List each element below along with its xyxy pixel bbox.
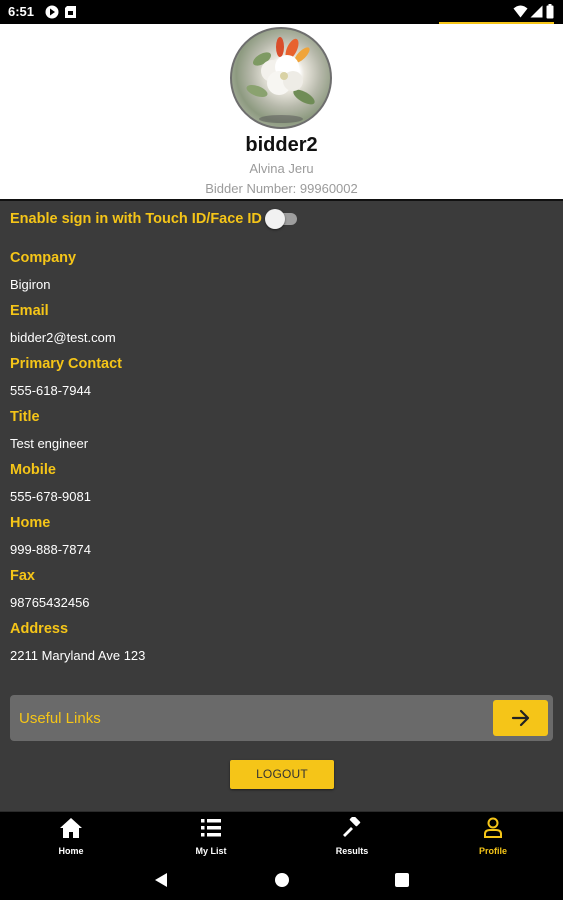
card-icon xyxy=(64,5,77,22)
status-time: 6:51 xyxy=(8,4,35,19)
wifi-icon xyxy=(513,5,528,21)
system-nav-bar xyxy=(0,861,563,900)
gavel-icon xyxy=(343,817,361,837)
bidder-number: Bidder Number: 99960002 xyxy=(205,181,358,196)
bottom-nav: Home My List Results Profile xyxy=(0,811,563,862)
nav-results[interactable]: Results xyxy=(312,812,392,862)
email-value: bidder2@test.com xyxy=(10,330,116,345)
nav-home[interactable]: Home xyxy=(31,812,111,862)
title-value: Test engineer xyxy=(10,436,89,451)
recents-icon[interactable] xyxy=(394,872,410,888)
address-value: 2211 Maryland Ave 123 xyxy=(10,648,146,663)
fax-value: 98765432456 xyxy=(10,595,90,610)
battery-icon xyxy=(546,4,554,22)
useful-links-row[interactable]: Useful Links xyxy=(10,695,553,741)
nav-results-label: Results xyxy=(335,846,369,856)
address-label: Address xyxy=(10,621,69,637)
signal-icon xyxy=(530,5,543,21)
company-label: Company xyxy=(10,250,77,266)
nav-my-list-label: My List xyxy=(195,846,227,856)
toggle-knob xyxy=(265,209,285,229)
mobile-label: Mobile xyxy=(10,462,56,478)
home-circle-icon[interactable] xyxy=(274,872,290,888)
header-divider xyxy=(0,199,563,201)
biometric-label: Enable sign in with Touch ID/Face ID xyxy=(10,211,262,227)
full-name: Alvina Jeru xyxy=(249,161,314,176)
status-bar: 6:51 xyxy=(0,0,563,24)
email-label: Email xyxy=(10,303,49,319)
avatar[interactable] xyxy=(230,27,332,129)
primary-contact-label: Primary Contact xyxy=(10,356,123,372)
title-label: Title xyxy=(10,409,40,425)
fax-label: Fax xyxy=(10,568,35,584)
flower-image xyxy=(246,37,315,123)
nav-profile[interactable]: Profile xyxy=(453,812,533,862)
username: bidder2 xyxy=(245,134,318,156)
primary-contact-value: 555-618-7944 xyxy=(10,383,91,398)
arrow-right-icon xyxy=(511,709,529,727)
person-icon xyxy=(484,817,502,838)
list-icon xyxy=(201,819,221,837)
nav-my-list[interactable]: My List xyxy=(171,812,251,862)
back-icon[interactable] xyxy=(153,872,169,888)
profile-header: bidder2 Alvina Jeru Bidder Number: 99960… xyxy=(0,24,563,199)
nav-profile-label: Profile xyxy=(478,846,507,856)
home-phone-label: Home xyxy=(10,515,51,531)
logout-button[interactable]: LOGOUT xyxy=(230,760,334,789)
useful-links-button[interactable] xyxy=(493,700,548,736)
company-value: Bigiron xyxy=(10,277,51,292)
useful-links-label: Useful Links xyxy=(19,710,101,727)
biometric-toggle[interactable] xyxy=(265,209,297,229)
mobile-value: 555-678-9081 xyxy=(10,489,91,504)
play-protect-icon xyxy=(45,5,59,22)
home-icon xyxy=(60,818,82,838)
home-phone-value: 999-888-7874 xyxy=(10,542,91,557)
nav-home-label: Home xyxy=(58,846,84,856)
